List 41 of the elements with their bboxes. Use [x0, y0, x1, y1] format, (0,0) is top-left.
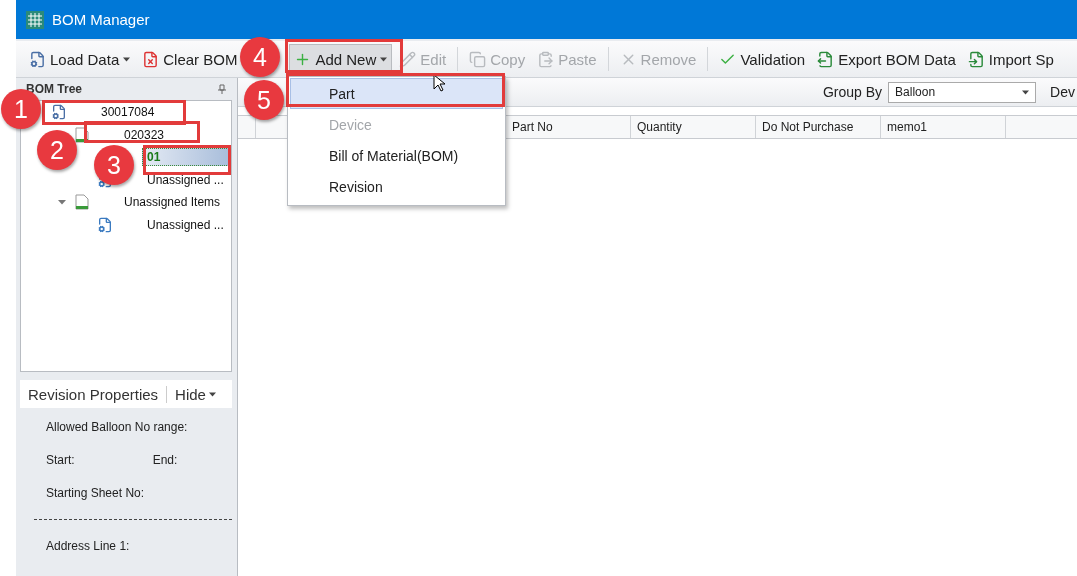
document-gear-icon — [97, 216, 113, 233]
paste-icon — [537, 50, 555, 68]
field-label: Start: — [46, 453, 75, 467]
grid-app-icon — [26, 10, 44, 29]
caret-icon — [1022, 88, 1030, 96]
window-title: BOM Manager — [52, 11, 150, 28]
column-header[interactable]: Do Not Purchase — [756, 116, 881, 138]
export-icon — [817, 50, 835, 68]
hide-menu[interactable]: Hide — [167, 385, 224, 403]
toolbar-button[interactable]: Validation — [714, 44, 811, 74]
document-gear-icon — [51, 104, 67, 121]
caret-icon — [208, 390, 216, 398]
import-icon — [967, 50, 985, 68]
pin-icon[interactable] — [218, 84, 226, 94]
field-label: Starting Sheet No: — [46, 486, 146, 500]
document-icon — [75, 194, 89, 211]
copy-icon — [469, 50, 487, 68]
expand-caret-icon[interactable] — [58, 198, 66, 207]
menu-item[interactable]: Revision — [290, 171, 503, 202]
clear-icon — [142, 50, 160, 68]
column-header[interactable]: memo1 — [881, 116, 1006, 138]
tree-node[interactable]: 01 — [142, 148, 229, 167]
tree-node[interactable]: 020323 — [119, 125, 170, 144]
group-by-select[interactable]: Balloon — [888, 81, 1037, 103]
column-header[interactable]: Quantity — [631, 116, 756, 138]
toolbar-button[interactable]: Import Sp — [962, 44, 1059, 74]
tree-node[interactable]: Unassigned ... — [142, 215, 229, 234]
tree-node[interactable]: Unassigned Items — [119, 193, 226, 212]
field-label: Allowed Balloon No range: — [46, 420, 189, 434]
tree-node[interactable]: Unassigned ... — [142, 170, 229, 189]
menu-item[interactable]: Bill of Material(BOM) — [290, 140, 503, 171]
field-label: Address Line 1: — [46, 539, 131, 553]
toolbar-button[interactable]: Clear BOM — [137, 44, 243, 74]
tree-node[interactable]: 30017084 — [96, 103, 160, 122]
field-label: End: — [152, 453, 178, 467]
toolbar-button[interactable]: Export BOM Data — [812, 44, 961, 74]
group-by-label: Group By — [822, 84, 883, 100]
document-gear-icon — [29, 50, 46, 68]
toolbar-button[interactable]: Load Data — [24, 44, 136, 74]
panel-tab[interactable]: Revision Properties — [20, 385, 168, 403]
toolbar-label: Dev — [1050, 84, 1075, 100]
